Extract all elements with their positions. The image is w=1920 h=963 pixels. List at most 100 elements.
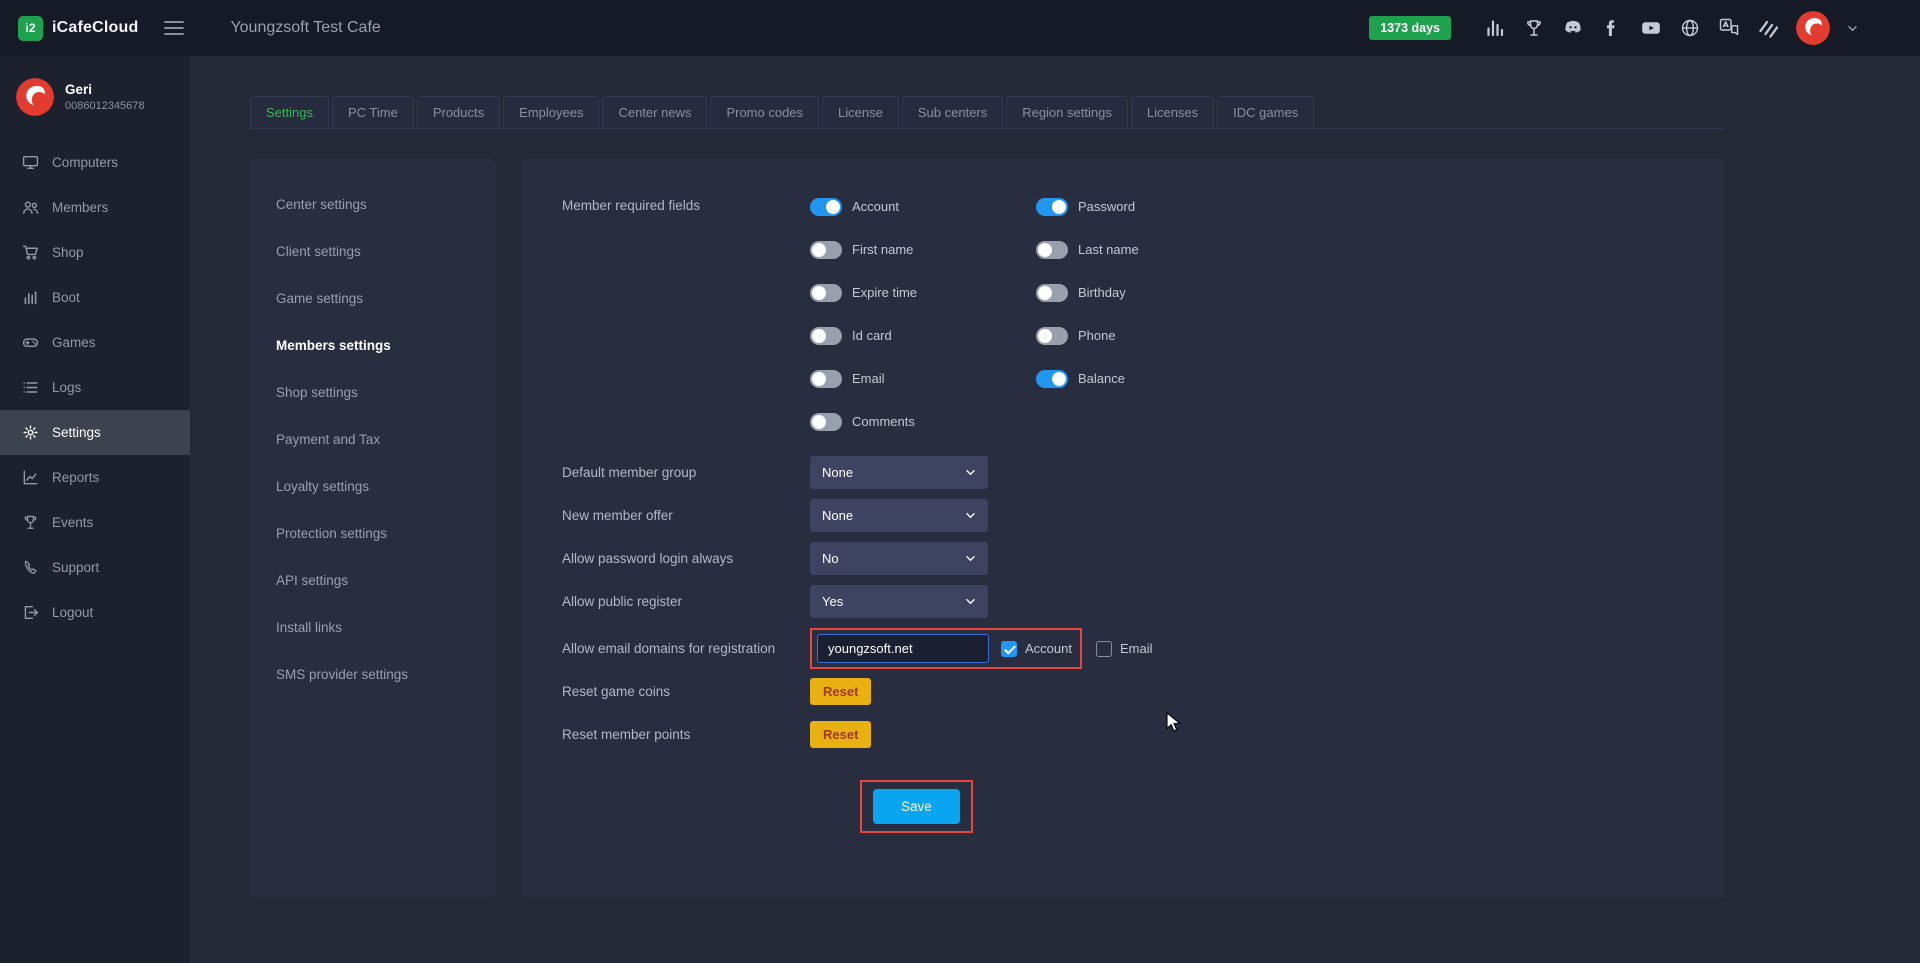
user-phone: 0086012345678	[65, 100, 145, 112]
sidebar-item-computers[interactable]: Computers	[0, 140, 190, 185]
settings-nav-item-sms-provider-settings[interactable]: SMS provider settings	[250, 651, 496, 698]
sidebar-item-members[interactable]: Members	[0, 185, 190, 230]
member-required-fields-label: Member required fields	[562, 185, 810, 213]
default-member-group-select[interactable]: None	[810, 456, 988, 489]
toggle-email[interactable]	[810, 370, 842, 388]
brand-logo[interactable]: i2 iCafeCloud	[0, 16, 138, 41]
reset-game-coins-button[interactable]: Reset	[810, 678, 871, 705]
trophy-icon[interactable]	[1523, 17, 1545, 39]
allow-password-login-always-select[interactable]: No	[810, 542, 988, 575]
toggle-birthday[interactable]	[1036, 284, 1068, 302]
toggle-phone[interactable]	[1036, 327, 1068, 345]
annotation-box-email-domains: Account	[810, 628, 1082, 669]
youtube-icon[interactable]	[1640, 17, 1662, 39]
hamburger-menu-icon[interactable]	[164, 21, 184, 35]
tab-sub-centers[interactable]: Sub centers	[902, 96, 1003, 128]
sidebar-item-logout[interactable]: Logout	[0, 590, 190, 635]
tab-licenses[interactable]: Licenses	[1131, 96, 1214, 128]
chevron-down-icon	[965, 598, 976, 605]
topbar-actions: 1373 days	[1369, 11, 1920, 45]
toggle-expire-time[interactable]	[810, 284, 842, 302]
required-fields-toggle-grid: Account Password First name Last name Ex…	[810, 185, 1262, 443]
new-member-offer-select[interactable]: None	[810, 499, 988, 532]
sidebar-item-logs[interactable]: Logs	[0, 365, 190, 410]
settings-nav-item-loyalty-settings[interactable]: Loyalty settings	[250, 463, 496, 510]
sidebar-item-shop[interactable]: Shop	[0, 230, 190, 275]
toggle-account[interactable]	[810, 198, 842, 216]
sidebar-item-reports[interactable]: Reports	[0, 455, 190, 500]
sidebar-item-settings[interactable]: Settings	[0, 410, 190, 455]
tab-license[interactable]: License	[822, 96, 899, 128]
toggle-id-card[interactable]	[810, 327, 842, 345]
computers-icon	[22, 154, 39, 171]
user-name: Geri	[65, 82, 145, 97]
logout-icon	[22, 604, 39, 621]
boot-icon	[22, 289, 39, 306]
discord-icon[interactable]	[1562, 17, 1584, 39]
settings-nav-item-shop-settings[interactable]: Shop settings	[250, 369, 496, 416]
email-checkbox[interactable]	[1096, 641, 1112, 657]
settings-gear-icon	[22, 424, 39, 441]
settings-nav-item-center-settings[interactable]: Center settings	[250, 181, 496, 228]
globe-icon[interactable]	[1679, 17, 1701, 39]
license-days-badge[interactable]: 1373 days	[1369, 16, 1451, 40]
settings-nav-item-api-settings[interactable]: API settings	[250, 557, 496, 604]
toggle-first-name[interactable]	[810, 241, 842, 259]
sidebar: Geri 0086012345678 Computers Members Sho…	[0, 56, 190, 963]
email-checkbox-wrap: Email	[1096, 641, 1153, 657]
reset-member-points-button[interactable]: Reset	[810, 721, 871, 748]
logs-list-icon	[22, 379, 39, 396]
support-phone-icon	[22, 559, 39, 576]
layers-icon[interactable]	[1757, 17, 1779, 39]
sidebar-user-avatar	[16, 78, 54, 116]
allow-public-register-select[interactable]: Yes	[810, 585, 988, 618]
tab-employees[interactable]: Employees	[503, 96, 599, 128]
members-settings-form: Member required fields Account Password …	[522, 159, 1724, 898]
games-gamepad-icon	[22, 334, 39, 351]
settings-nav-item-client-settings[interactable]: Client settings	[250, 228, 496, 275]
brand-icon: i2	[18, 16, 43, 41]
events-trophy-icon	[22, 514, 39, 531]
main-content: Settings PC Time Products Employees Cent…	[190, 0, 1920, 898]
tab-products[interactable]: Products	[417, 96, 500, 128]
chevron-down-icon	[965, 469, 976, 476]
sidebar-item-support[interactable]: Support	[0, 545, 190, 590]
tab-promo-codes[interactable]: Promo codes	[710, 96, 819, 128]
toggle-last-name[interactable]	[1036, 241, 1068, 259]
sidebar-item-games[interactable]: Games	[0, 320, 190, 365]
sidebar-item-boot[interactable]: Boot	[0, 275, 190, 320]
toggle-balance[interactable]	[1036, 370, 1068, 388]
sidebar-user-card[interactable]: Geri 0086012345678	[0, 56, 190, 140]
page-title: Youngzsoft Test Cafe	[230, 19, 380, 37]
chevron-down-icon	[965, 512, 976, 519]
translate-icon[interactable]	[1718, 17, 1740, 39]
tab-pc-time[interactable]: PC Time	[332, 96, 414, 128]
stats-icon[interactable]	[1484, 17, 1506, 39]
tab-settings[interactable]: Settings	[250, 96, 329, 128]
sidebar-item-events[interactable]: Events	[0, 500, 190, 545]
user-avatar[interactable]	[1796, 11, 1830, 45]
members-icon	[22, 199, 39, 216]
tab-idc-games[interactable]: IDC games	[1217, 96, 1314, 128]
settings-nav-item-protection-settings[interactable]: Protection settings	[250, 510, 496, 557]
account-checkbox[interactable]	[1001, 641, 1017, 657]
topbar: i2 iCafeCloud Youngzsoft Test Cafe 1373 …	[0, 0, 1920, 56]
chevron-down-icon	[965, 555, 976, 562]
chevron-down-icon[interactable]	[1847, 25, 1858, 32]
settings-nav-item-payment-and-tax[interactable]: Payment and Tax	[250, 416, 496, 463]
shop-cart-icon	[22, 244, 39, 261]
settings-nav-item-members-settings[interactable]: Members settings	[250, 322, 496, 369]
email-domains-input[interactable]	[817, 634, 989, 663]
settings-nav-item-game-settings[interactable]: Game settings	[250, 275, 496, 322]
facebook-icon[interactable]	[1601, 17, 1623, 39]
settings-nav-item-install-links[interactable]: Install links	[250, 604, 496, 651]
toggle-comments[interactable]	[810, 413, 842, 431]
settings-nav-panel: Center settings Client settings Game set…	[250, 159, 496, 898]
tab-region-settings[interactable]: Region settings	[1006, 96, 1128, 128]
account-checkbox-wrap: Account	[1001, 641, 1072, 657]
reports-chart-icon	[22, 469, 39, 486]
toggle-password[interactable]	[1036, 198, 1068, 216]
brand-text: iCafeCloud	[52, 19, 138, 37]
save-button[interactable]: Save	[873, 789, 960, 824]
tab-center-news[interactable]: Center news	[602, 96, 707, 128]
